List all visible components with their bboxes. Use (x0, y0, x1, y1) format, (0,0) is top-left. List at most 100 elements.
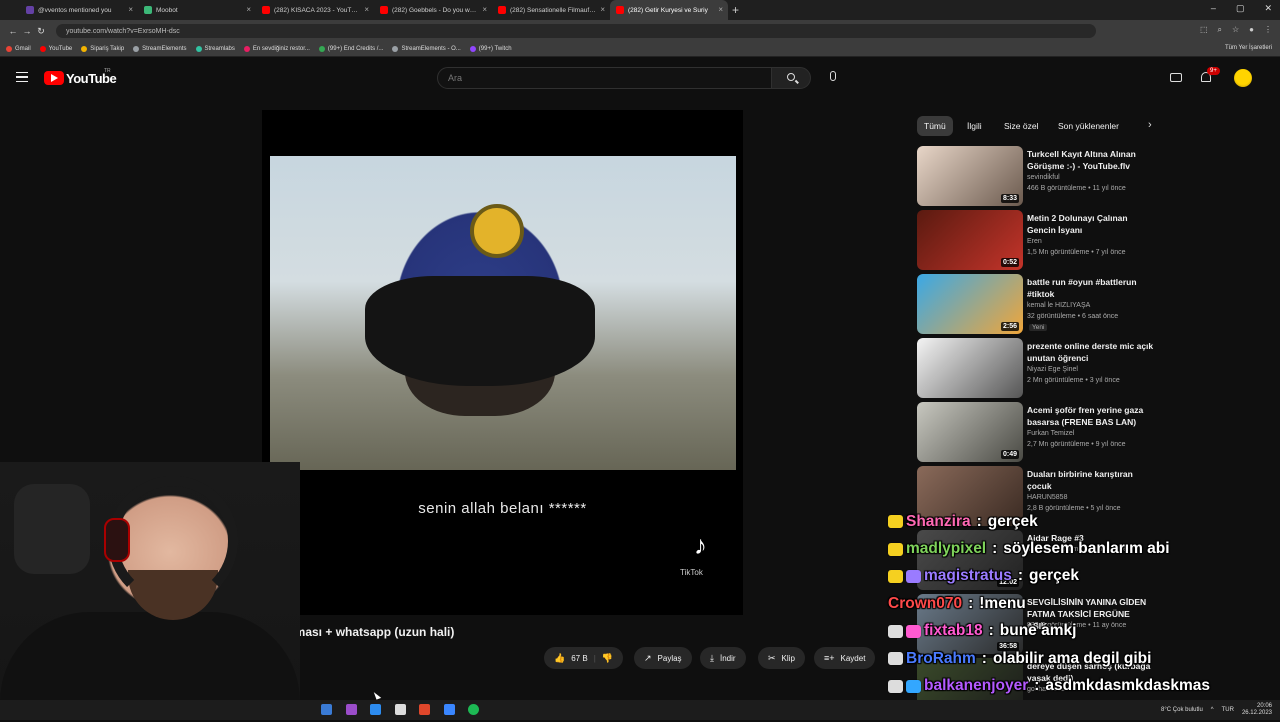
minimize-icon[interactable]: – (1211, 3, 1216, 14)
maximize-icon[interactable]: ▢ (1236, 3, 1245, 14)
save-button[interactable]: ≡+ Kaydet (814, 647, 876, 669)
tab-close-icon[interactable]: × (482, 5, 487, 14)
channel-name[interactable]: sevindikful (1027, 174, 1060, 181)
chip-related[interactable]: İlgili (960, 116, 989, 136)
bookmark-item[interactable]: (99+) End Credits /... (318, 46, 383, 52)
search-button[interactable] (771, 67, 811, 89)
bookmark-item[interactable]: Streamlabs (195, 46, 235, 52)
like-button[interactable]: 👍 67 B | 👎 (544, 647, 623, 669)
clock[interactable]: 20:06 26.12.2023 (1242, 703, 1272, 717)
taskbar-app-icon[interactable] (443, 704, 455, 715)
tab-close-icon[interactable]: × (600, 5, 605, 14)
more-icon[interactable]: ⋮ (1264, 25, 1272, 35)
bookmark-label: (99+) Twitch (478, 46, 512, 52)
download-button[interactable]: ⤓ İndir (700, 647, 746, 669)
browser-tab-bar: @vventos mentioned you × Moobot × (282) KISA… (0, 0, 1280, 20)
create-video-icon[interactable] (1170, 73, 1182, 82)
channel-name[interactable]: Niyazi Ege Şinel (1027, 366, 1078, 373)
recommendation-title[interactable]: Turkcell Kayıt Altına Alınan Görüşme :-)… (1027, 148, 1155, 172)
taskbar-app-icon[interactable] (468, 704, 479, 715)
clock-time: 20:06 (1256, 703, 1272, 709)
clip-button[interactable]: ✂ Klip (758, 647, 805, 669)
channel-name[interactable]: kemal le HIZLIYAŞA (1027, 302, 1090, 309)
thumbs-down-icon[interactable]: 👎 (602, 653, 613, 664)
weather-text[interactable]: 8°C Çok bulutlu (1161, 707, 1203, 713)
taskbar-app-icon[interactable] (321, 704, 332, 715)
bookmark-item[interactable]: YouTube (39, 46, 72, 52)
reload-icon[interactable]: ↻ (34, 26, 48, 37)
url-field[interactable]: youtube.com/watch?v=ExrsoMH-dsc (56, 24, 1096, 38)
all-bookmarks-link[interactable]: Tüm Yer İşaretleri (1225, 45, 1272, 51)
recommendation-title[interactable]: Acemi şoför fren yerine gaza basarsa (FR… (1027, 404, 1155, 428)
recommendation-item[interactable]: 0:52 Metin 2 Dolunayı Çalınan Gencin İsya… (917, 210, 1157, 274)
streamer-shirt-image (0, 612, 300, 704)
browser-tab[interactable]: (282) Goebbels - Do you want × (374, 0, 492, 20)
tab-close-icon[interactable]: × (364, 5, 369, 14)
recommendation-item[interactable]: prezente online derste mic açık unutan ö… (917, 338, 1157, 402)
taskbar-app-icon[interactable] (419, 704, 430, 715)
chat-message: madlypixel: söylesem banlarım abi (888, 535, 1280, 562)
search-input[interactable] (437, 67, 772, 89)
taskbar-app-icon[interactable] (394, 704, 406, 715)
bookmark-item[interactable]: StreamElements - O... (392, 46, 461, 52)
tray-chevron-icon[interactable]: ^ (1211, 707, 1214, 713)
zoom-icon[interactable]: ⌕ (1218, 25, 1222, 35)
recommendation-title[interactable]: battle run #oyun #battlerun #tiktok (1027, 276, 1155, 300)
bookmark-item[interactable]: En sevdiğiniz restor... (243, 46, 310, 52)
channel-name[interactable]: Eren (1027, 238, 1042, 245)
recommendation-title[interactable]: Metin 2 Dolunayı Çalınan Gencin İsyanı (1027, 212, 1155, 236)
tab-close-icon[interactable]: × (246, 5, 251, 14)
chip-recent[interactable]: Son yüklenenler (1051, 116, 1126, 136)
recommendation-item[interactable]: 8:33 Turkcell Kayıt Altına Alınan Görüşme… (917, 146, 1157, 210)
extensions-icon[interactable]: ⬚ (1200, 25, 1208, 35)
channel-name[interactable]: HARUN5858 (1027, 494, 1067, 501)
voice-search-icon[interactable] (830, 71, 836, 81)
hamburger-menu-icon[interactable] (16, 72, 28, 82)
tab-close-icon[interactable]: × (718, 5, 723, 14)
browser-tab[interactable]: (282) KISACA 2023 - YouTube × (256, 0, 374, 20)
streamer-webcam (0, 462, 300, 704)
language-indicator[interactable]: TUR (1222, 707, 1234, 713)
taskbar-app-icon[interactable] (370, 704, 381, 715)
url-text: youtube.com/watch?v=ExrsoMH-dsc (66, 27, 180, 35)
bookmark-item[interactable]: (99+) Twitch (469, 46, 512, 52)
browser-tab[interactable]: (282) Getir Kuryesi ve Suriy × (610, 0, 728, 20)
profile-icon[interactable]: ● (1249, 25, 1254, 35)
bookmark-label: StreamElements - O... (401, 46, 461, 52)
video-thumbnail[interactable]: 0:49 (917, 402, 1023, 462)
close-window-icon[interactable]: ✕ (1264, 3, 1272, 14)
new-tab-button[interactable]: + (732, 3, 739, 17)
recommendation-title[interactable]: Duaları birbirine karıştıran çocuk (1027, 468, 1155, 492)
browser-tab[interactable]: (282) Sensationelle Filmaufnah × (492, 0, 610, 20)
recommendation-item[interactable]: 0:49 Acemi şoför fren yerine gaza basarsa… (917, 402, 1157, 466)
forward-icon[interactable]: → (20, 26, 34, 36)
recommendation-item[interactable]: 2:56 battle run #oyun #battlerun #tiktok k… (917, 274, 1157, 338)
channel-name[interactable]: Furkan Temizel (1027, 430, 1074, 437)
recommendation-title[interactable]: prezente online derste mic açık unutan ö… (1027, 340, 1155, 364)
video-thumbnail[interactable]: 0:52 (917, 210, 1023, 270)
video-thumbnail[interactable]: 2:56 (917, 274, 1023, 334)
bookmark-item[interactable]: StreamElements (133, 46, 187, 52)
video-thumbnail[interactable]: 8:33 (917, 146, 1023, 206)
youtube-logo-icon[interactable] (44, 71, 64, 85)
bookmark-item[interactable]: Gmail (6, 46, 31, 52)
view-count-and-age: 2,7 Mn görüntüleme • 9 yıl önce (1027, 441, 1126, 448)
star-icon[interactable]: ☆ (1232, 25, 1239, 35)
share-button[interactable]: ↗ Paylaş (634, 647, 692, 669)
video-player[interactable]: senin allah belanı ****** ♪ TikTok (262, 110, 743, 615)
browser-tab[interactable]: Moobot × (138, 0, 256, 20)
chip-all[interactable]: Tümü (917, 116, 953, 136)
chat-username: Crown070 (888, 594, 963, 612)
bookmark-favicon-icon (133, 46, 140, 52)
chevron-right-icon[interactable]: › (1148, 119, 1152, 131)
helmet-visor-image (365, 276, 595, 386)
taskbar-app-icon[interactable] (345, 704, 357, 715)
bookmark-item[interactable]: Sipariş Takip (81, 46, 124, 52)
chip-for-you[interactable]: Size özel (997, 116, 1046, 136)
back-icon[interactable]: ← (6, 26, 20, 36)
tab-close-icon[interactable]: × (128, 5, 133, 14)
browser-tab[interactable]: @vventos mentioned you × (20, 0, 138, 20)
tab-favicon-icon (262, 6, 270, 14)
user-avatar[interactable] (1234, 69, 1252, 87)
video-thumbnail[interactable] (917, 338, 1023, 398)
